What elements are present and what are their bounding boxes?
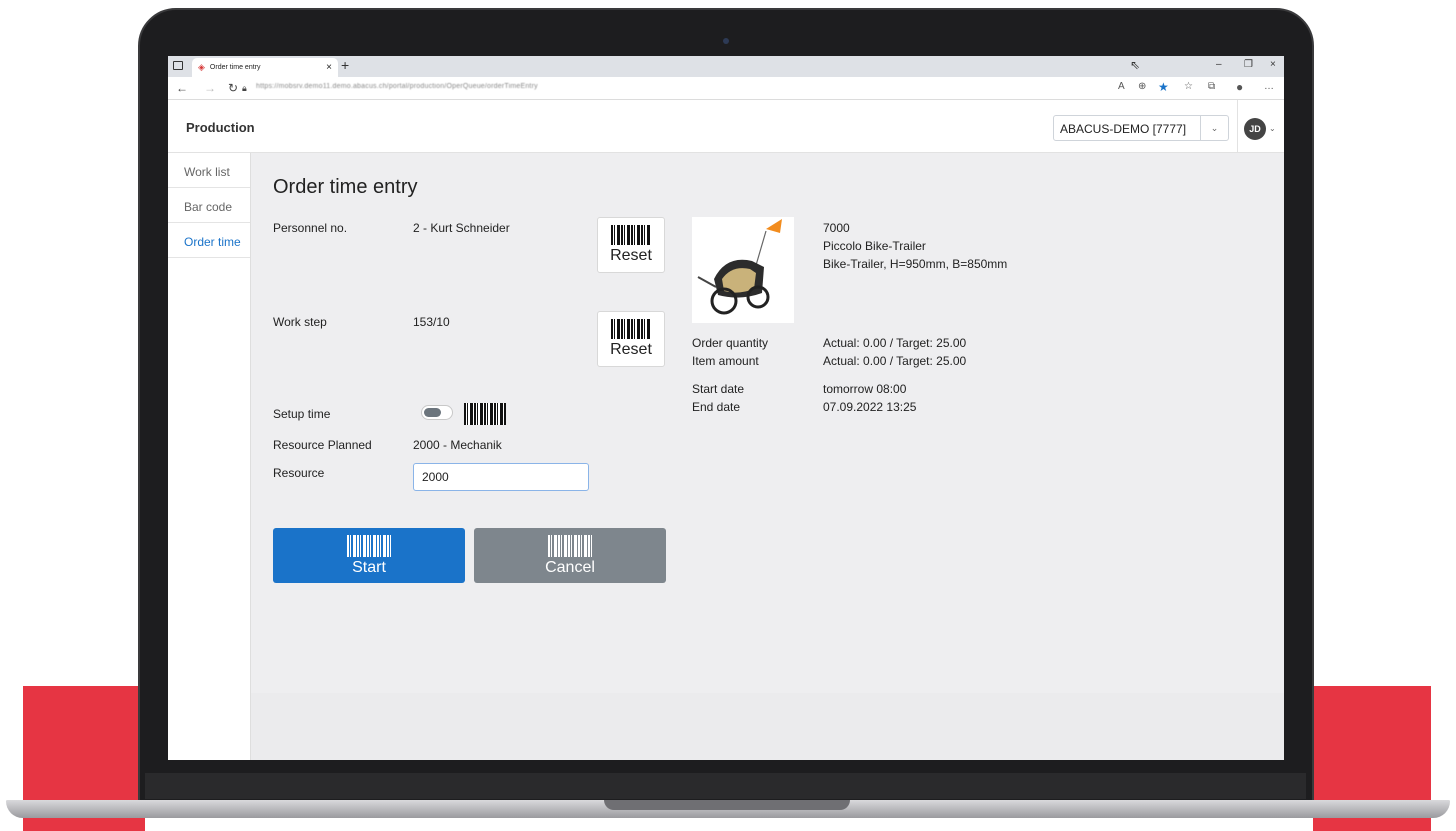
read-aloud-icon[interactable]: A [1118, 81, 1125, 92]
reset-label: Reset [610, 247, 652, 264]
url-text[interactable]: https://mobsrv.demo11.demo.abacus.ch/por… [256, 83, 816, 94]
product-image [692, 217, 794, 323]
reset-label: Reset [610, 341, 652, 358]
browser-tab-bar: ◈ Order time entry × + ⇖ – ❐ × [168, 56, 1284, 77]
more-icon[interactable]: … [1264, 81, 1274, 92]
order-quantity-label: Order quantity [692, 336, 769, 350]
chevron-down-icon[interactable]: ⌄ [1269, 124, 1276, 133]
item-name: Piccolo Bike-Trailer [823, 239, 926, 253]
start-label: Start [352, 558, 386, 576]
laptop-notch [604, 800, 850, 810]
laptop-chin [145, 773, 1306, 799]
favorite-star-icon[interactable]: ★ [1158, 80, 1169, 94]
footer-band [251, 693, 1284, 760]
resource-planned-value: 2000 - Mechanik [413, 438, 502, 452]
lock-icon: 🔒︎ [242, 83, 247, 93]
minimize-icon[interactable]: – [1216, 59, 1222, 70]
bike-trailer-icon [697, 219, 782, 315]
favorites-icon[interactable]: ☆ [1184, 81, 1193, 92]
tab-close-icon[interactable]: × [326, 62, 332, 73]
work-step-label: Work step [273, 315, 327, 329]
sidebar-item-bar-code[interactable]: Bar code [168, 188, 250, 223]
sidebar-item-work-list[interactable]: Work list [168, 153, 250, 188]
header-divider [1237, 100, 1238, 153]
resource-input[interactable] [413, 463, 589, 491]
barcode-icon [347, 534, 391, 557]
barcode-icon [611, 319, 651, 339]
sidebar-item-order-time[interactable]: Order time [168, 223, 250, 258]
start-button[interactable]: Start [273, 528, 465, 583]
reset-work-step-button[interactable]: Reset [597, 311, 665, 367]
abacus-favicon-icon: ◈ [198, 62, 205, 72]
toggle-knob [424, 408, 441, 417]
order-quantity-value: Actual: 0.00 / Target: 25.00 [823, 336, 967, 350]
mouse-cursor-icon: ⇖ [1130, 58, 1141, 72]
reset-personnel-button[interactable]: Reset [597, 217, 665, 273]
app-title: Production [186, 120, 255, 135]
item-amount-label: Item amount [692, 354, 759, 368]
restore-icon[interactable]: ❐ [1244, 59, 1253, 70]
personnel-value: 2 - Kurt Schneider [413, 221, 510, 235]
back-icon[interactable]: ← [176, 81, 188, 95]
chevron-down-icon[interactable]: ⌄ [1200, 116, 1228, 140]
item-amount-value: Actual: 0.00 / Target: 25.00 [823, 354, 967, 368]
collections-icon[interactable]: ⧉ [1208, 81, 1215, 92]
setup-time-label: Setup time [273, 407, 331, 421]
close-window-icon[interactable]: × [1270, 59, 1276, 70]
browser-address-bar: ← → ↻ 🔒︎ https://mobsrv.demo11.demo.abac… [168, 77, 1284, 100]
zoom-icon[interactable]: ⊕ [1138, 81, 1146, 92]
resource-planned-label: Resource Planned [273, 438, 372, 452]
browser-tab[interactable]: ◈ Order time entry × [192, 58, 338, 77]
profile-icon[interactable]: ● [1236, 80, 1243, 94]
camera-icon [723, 38, 729, 44]
barcode-icon [548, 534, 592, 557]
page-title: Order time entry [273, 176, 418, 198]
start-date-value: tomorrow 08:00 [823, 382, 907, 396]
work-step-value: 153/10 [413, 315, 450, 329]
start-date-label: Start date [692, 382, 745, 396]
screen: ◈ Order time entry × + ⇖ – ❐ × ← → ↻ 🔒︎ … [168, 56, 1284, 760]
tenant-select-value: ABACUS-DEMO [7777] [1060, 122, 1187, 136]
forward-icon[interactable]: → [204, 81, 216, 95]
end-date-label: End date [692, 400, 741, 414]
cancel-label: Cancel [545, 558, 595, 576]
barcode-icon [611, 225, 651, 245]
workspaces-icon[interactable] [173, 61, 183, 70]
end-date-value: 07.09.2022 13:25 [823, 400, 917, 414]
resource-label: Resource [273, 466, 325, 480]
main-content: Order time entry Personnel no. 2 - Kurt … [251, 153, 1284, 693]
tab-title: Order time entry [209, 64, 261, 71]
item-description: Bike-Trailer, H=950mm, B=850mm [823, 257, 1008, 271]
barcode-icon[interactable] [464, 403, 506, 425]
cancel-button[interactable]: Cancel [474, 528, 666, 583]
setup-time-toggle[interactable] [421, 405, 453, 420]
app-header: Production ABACUS-DEMO [7777] ⌄ JD ⌄ [168, 100, 1284, 153]
sidebar: Work list Bar code Order time [168, 153, 251, 760]
item-number: 7000 [823, 221, 850, 235]
reload-icon[interactable]: ↻ [228, 81, 238, 95]
tenant-select[interactable]: ABACUS-DEMO [7777] ⌄ [1053, 115, 1229, 141]
new-tab-icon[interactable]: + [341, 57, 349, 73]
personnel-label: Personnel no. [273, 221, 348, 235]
avatar[interactable]: JD [1244, 118, 1266, 140]
